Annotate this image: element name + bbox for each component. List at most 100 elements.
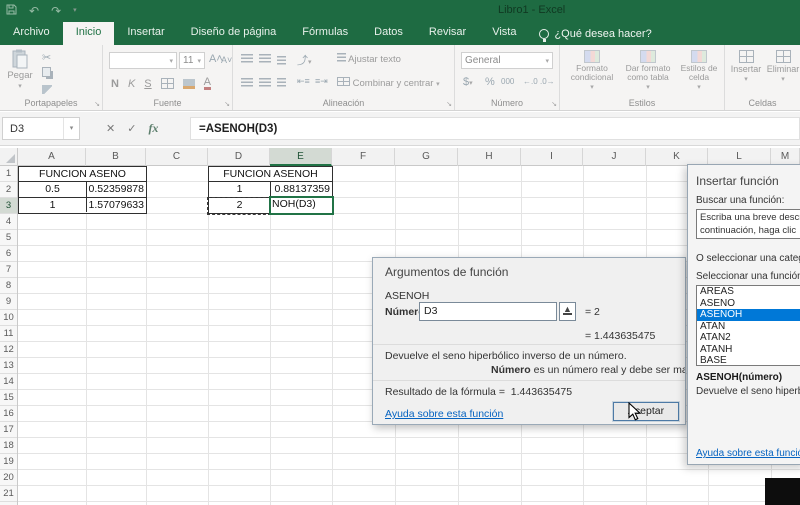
row-header[interactable]: 5 [0, 230, 17, 246]
orientation-icon[interactable]: ⤴▾ [297, 52, 312, 68]
tab-formulas[interactable]: Fórmulas [289, 22, 361, 45]
active-edit-cell[interactable]: NOH(D3) [269, 196, 334, 215]
collapse-dialog-button[interactable]: ▲ [559, 302, 576, 321]
fill-color-icon[interactable] [182, 78, 195, 89]
align-left-icon[interactable] [241, 78, 253, 87]
row-header[interactable]: 3 [0, 198, 17, 214]
row-header[interactable]: 18 [0, 438, 17, 454]
bold-button[interactable]: N [111, 78, 119, 90]
decrease-indent-icon[interactable]: ⇤≡ [297, 76, 310, 87]
conditional-formatting-button[interactable]: Formato condicional ▾ [564, 50, 620, 91]
dialog-launcher-icon[interactable]: ↘ [446, 100, 452, 108]
dialog-help-link[interactable]: Ayuda sobre esta función [385, 408, 503, 420]
cell-styles-button[interactable]: Estilos de celda ▾ [676, 50, 722, 91]
row-header[interactable]: 19 [0, 454, 17, 470]
function-list-item[interactable]: BASE [697, 355, 800, 365]
column-header[interactable]: J [583, 148, 646, 166]
fill-handle[interactable] [331, 212, 332, 213]
undo-icon[interactable]: ↶ [29, 2, 39, 20]
row-header[interactable]: 13 [0, 358, 17, 374]
column-header[interactable]: I [521, 148, 583, 166]
tab-insertar[interactable]: Insertar [114, 22, 177, 45]
number-format-select[interactable]: General ▾ [461, 52, 553, 69]
cut-icon[interactable]: ✂ [42, 51, 51, 64]
increase-decimal-icon[interactable]: ←.0 [523, 77, 538, 86]
paste-button[interactable]: Pegar ▾ [4, 49, 36, 90]
italic-button[interactable]: K [128, 78, 135, 90]
row-header[interactable]: 16 [0, 406, 17, 422]
comma-style-icon[interactable]: 000 [501, 77, 514, 86]
increase-indent-icon[interactable]: ≡⇥ [315, 76, 328, 87]
decrease-decimal-icon[interactable]: .0→ [540, 77, 555, 86]
delete-cells-button[interactable]: Eliminar ▾ [765, 50, 800, 83]
row-header[interactable]: 17 [0, 422, 17, 438]
decrease-font-icon[interactable]: A˅ [221, 55, 232, 65]
cell-E2[interactable]: 0.88137359 [271, 182, 332, 197]
name-box[interactable]: D3 ▾ [2, 117, 80, 140]
currency-icon[interactable]: $▾ [463, 76, 473, 88]
confirm-entry-icon[interactable]: ✓ [127, 122, 136, 135]
merge-center-button[interactable]: Combinar y centrar ▾ [337, 77, 440, 89]
row-header[interactable]: 4 [0, 214, 17, 230]
insert-function-icon[interactable]: fx [148, 121, 158, 136]
argument-input[interactable]: D3 [419, 302, 557, 321]
row-header[interactable]: 11 [0, 326, 17, 342]
column-header[interactable]: D [208, 148, 270, 166]
align-right-icon[interactable] [277, 78, 286, 87]
underline-button[interactable]: S [144, 78, 151, 90]
borders-icon[interactable] [160, 78, 174, 89]
font-name-select[interactable]: ▾ [109, 52, 177, 69]
cell-D2[interactable]: 1 [209, 182, 271, 197]
row-header[interactable]: 7 [0, 262, 17, 278]
cancel-entry-icon[interactable]: ✕ [106, 122, 115, 135]
customize-qat-icon[interactable]: ▾ [73, 2, 77, 20]
column-header[interactable]: C [146, 148, 208, 166]
align-middle-icon[interactable] [259, 54, 271, 63]
chevron-down-icon[interactable]: ▾ [63, 118, 79, 139]
dialog-launcher-icon[interactable]: ↘ [224, 100, 230, 108]
table-header-cell[interactable]: FUNCION ASENOH [209, 167, 332, 182]
search-function-input[interactable]: Escriba una breve descr continuación, ha… [696, 209, 800, 239]
accept-button[interactable]: Aceptar [613, 402, 679, 421]
table-header-cell[interactable]: FUNCION ASENO [19, 167, 146, 182]
cell-A2[interactable]: 0.5 [19, 182, 87, 197]
copy-icon[interactable] [42, 67, 51, 77]
row-header[interactable]: 9 [0, 294, 17, 310]
dialog-launcher-icon[interactable]: ↘ [551, 100, 557, 108]
panel-help-link[interactable]: Ayuda sobre esta función [696, 448, 800, 459]
font-color-icon[interactable]: A [203, 77, 211, 90]
row-header[interactable]: 12 [0, 342, 17, 358]
row-header[interactable]: 2 [0, 182, 17, 198]
function-list-item[interactable]: ATAN2 [697, 332, 800, 344]
column-header[interactable]: E [270, 148, 332, 166]
insert-cells-button[interactable]: Insertar ▾ [729, 50, 763, 83]
column-header[interactable]: H [458, 148, 521, 166]
function-list-item[interactable]: ATANH [697, 344, 800, 356]
formula-input[interactable]: =ASENOH(D3) [190, 117, 800, 140]
row-header[interactable]: 15 [0, 390, 17, 406]
column-header[interactable]: B [86, 148, 146, 166]
align-top-icon[interactable] [241, 54, 253, 63]
row-header[interactable]: 6 [0, 246, 17, 262]
align-center-icon[interactable] [259, 78, 271, 87]
row-header[interactable]: 21 [0, 486, 17, 502]
tab-archivo[interactable]: Archivo [0, 22, 63, 45]
function-list-item[interactable]: ATAN [697, 321, 800, 333]
wrap-text-button[interactable]: Ajustar texto [337, 53, 401, 65]
column-header[interactable]: A [18, 148, 86, 166]
row-header[interactable]: 10 [0, 310, 17, 326]
tab-diseno-de-pagina[interactable]: Diseño de página [178, 22, 290, 45]
select-all-corner[interactable] [0, 148, 18, 166]
row-header[interactable]: 1 [0, 166, 17, 182]
font-size-select[interactable]: 11 ▾ [179, 52, 205, 69]
function-list-item[interactable]: ASENO [697, 298, 800, 310]
format-as-table-button[interactable]: Dar formato como tabla ▾ [622, 50, 674, 91]
format-painter-icon[interactable] [42, 85, 52, 94]
dialog-launcher-icon[interactable]: ↘ [94, 100, 100, 108]
tell-me-box[interactable]: ¿Qué desea hacer? [529, 22, 661, 45]
tab-datos[interactable]: Datos [361, 22, 416, 45]
row-header[interactable]: 20 [0, 470, 17, 486]
column-header[interactable]: G [395, 148, 458, 166]
function-list-item[interactable]: AREAS [697, 286, 800, 298]
tab-vista[interactable]: Vista [479, 22, 529, 45]
